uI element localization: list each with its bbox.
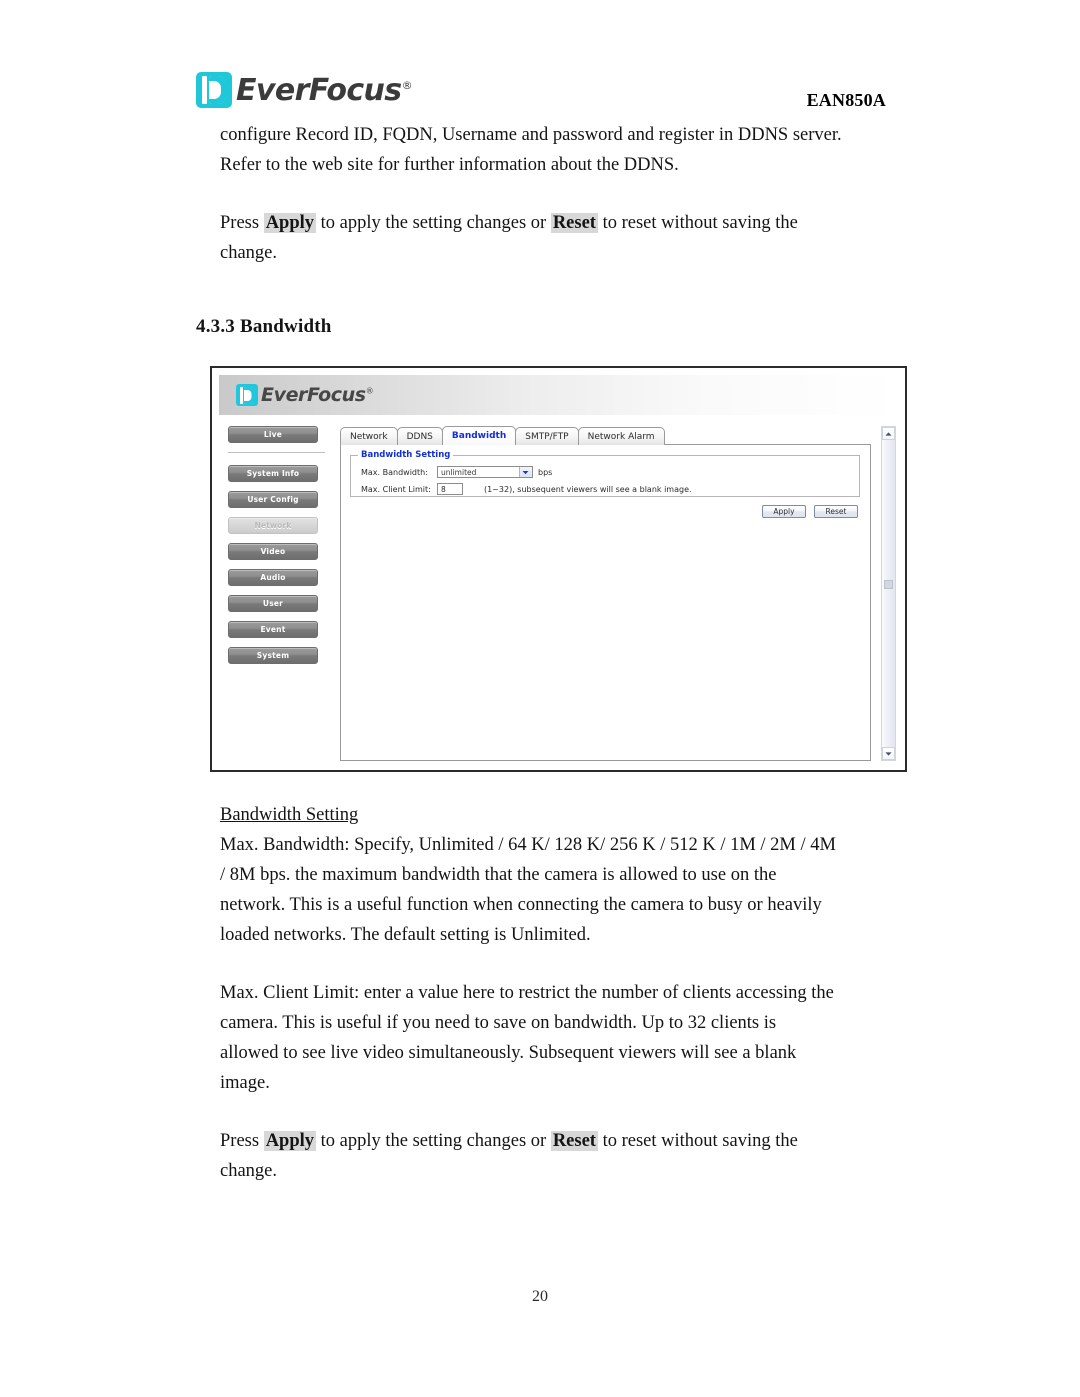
- embedded-screenshot: EverFocus® Live System Info User Config …: [210, 366, 907, 772]
- everfocus-logo-icon: [196, 72, 232, 108]
- press-suffix: to reset without saving the: [597, 1131, 798, 1151]
- tab-smtp-ftp[interactable]: SMTP/FTP: [515, 427, 579, 445]
- max-bandwidth-select[interactable]: unlimited: [437, 466, 533, 478]
- screenshot-content-panel: Network DDNS Bandwidth SMTP/FTP Network …: [340, 426, 871, 761]
- press-mid: to apply the setting changes or: [316, 213, 551, 233]
- bandwidth-setting-fieldset: Bandwidth Setting Max. Bandwidth: unlimi…: [350, 450, 860, 497]
- max-client-limit-row: Max. Client Limit: 8 (1~32), subsequent …: [361, 483, 692, 495]
- tab-bandwidth[interactable]: Bandwidth: [441, 426, 517, 445]
- max-bandwidth-row: Max. Bandwidth: unlimited bps: [361, 466, 552, 478]
- scrollbar-track[interactable]: [882, 440, 895, 747]
- max-bandwidth-label: Max. Bandwidth:: [361, 467, 428, 477]
- press-prefix: Press: [220, 213, 264, 233]
- screenshot-banner: EverFocus®: [219, 375, 898, 415]
- intro-paragraph-line-2: Refer to the web site for further inform…: [220, 155, 679, 175]
- press-instruction-bottom-line-2: change.: [220, 1161, 278, 1181]
- page-header: EverFocus® EAN850A: [196, 68, 886, 120]
- sidebar-item-system-info[interactable]: System Info: [228, 465, 318, 482]
- max-bandwidth-unit: bps: [538, 467, 553, 477]
- form-button-row: Apply Reset: [762, 505, 858, 518]
- scrollbar-thumb[interactable]: [884, 580, 893, 589]
- press-instruction-top: Press Apply to apply the setting changes…: [196, 208, 886, 238]
- tab-strip: Network DDNS Bandwidth SMTP/FTP Network …: [340, 426, 871, 445]
- tab-network-alarm[interactable]: Network Alarm: [577, 427, 665, 445]
- press-suffix: to reset without saving the: [597, 213, 798, 233]
- max-bandwidth-desc-line-4: loaded networks. The default setting is …: [220, 925, 591, 945]
- reset-keyword: Reset: [550, 213, 598, 233]
- everfocus-logo: EverFocus®: [196, 68, 413, 112]
- model-code: EAN850A: [806, 90, 886, 110]
- screenshot-everfocus-logo-icon: [236, 384, 258, 406]
- sidebar-item-user-config[interactable]: User Config: [228, 491, 318, 508]
- chevron-down-icon[interactable]: [518, 467, 532, 477]
- press-mid: to apply the setting changes or: [316, 1131, 551, 1151]
- intro-paragraph-line-1: configure Record ID, FQDN, Username and …: [220, 125, 842, 145]
- screenshot-sidebar: Live System Info User Config Network Vid…: [228, 426, 328, 673]
- apply-keyword: Apply: [263, 1131, 317, 1151]
- screenshot-everfocus-logo: EverFocus®: [236, 384, 374, 406]
- apply-keyword: Apply: [263, 213, 317, 233]
- press-instruction-top-line-2: change.: [220, 243, 278, 263]
- scroll-up-icon[interactable]: [882, 427, 895, 440]
- sidebar-item-video[interactable]: Video: [228, 543, 318, 560]
- document-body-bottom: Bandwidth Setting Max. Bandwidth: Specif…: [196, 800, 886, 1186]
- max-client-desc-line-3: allowed to see live video simultaneously…: [220, 1043, 797, 1063]
- apply-button[interactable]: Apply: [762, 505, 806, 518]
- bandwidth-tab-panel: Bandwidth Setting Max. Bandwidth: unlimi…: [340, 444, 871, 761]
- max-client-desc-line-1: Max. Client Limit: enter a value here to…: [220, 983, 834, 1003]
- sidebar-item-live[interactable]: Live: [228, 426, 318, 443]
- max-client-limit-input[interactable]: 8: [437, 483, 463, 495]
- max-bandwidth-desc-line-2: / 8M bps. the maximum bandwidth that the…: [220, 865, 777, 885]
- fieldset-legend: Bandwidth Setting: [358, 450, 454, 460]
- sidebar-item-audio[interactable]: Audio: [228, 569, 318, 586]
- brand-name: EverFocus®: [236, 72, 413, 108]
- tab-ddns[interactable]: DDNS: [396, 427, 443, 445]
- max-bandwidth-selected-value: unlimited: [441, 467, 477, 477]
- max-client-desc-line-2: camera. This is useful if you need to sa…: [220, 1013, 777, 1033]
- sidebar-item-user[interactable]: User: [228, 595, 318, 612]
- max-client-limit-hint: (1~32), subsequent viewers will see a bl…: [484, 484, 692, 494]
- sidebar-item-system[interactable]: System: [228, 647, 318, 664]
- press-prefix: Press: [220, 1131, 264, 1151]
- vertical-scrollbar[interactable]: [881, 426, 896, 761]
- document-body-top: configure Record ID, FQDN, Username and …: [196, 120, 886, 342]
- sidebar-divider: [228, 452, 325, 453]
- max-client-desc-line-4: image.: [220, 1073, 270, 1093]
- sidebar-item-network[interactable]: Network: [228, 517, 318, 534]
- page-number: 20: [532, 1288, 548, 1305]
- screenshot-registered-mark: ®: [365, 386, 374, 396]
- scroll-down-icon[interactable]: [882, 747, 895, 760]
- registered-mark: ®: [401, 78, 413, 92]
- reset-button[interactable]: Reset: [814, 505, 858, 518]
- screenshot-brand-name: EverFocus®: [261, 384, 374, 406]
- tab-network[interactable]: Network: [340, 427, 398, 445]
- section-heading: 4.3.3 Bandwidth: [196, 316, 332, 337]
- max-bandwidth-desc-line-3: network. This is a useful function when …: [220, 895, 822, 915]
- bandwidth-setting-subheading: Bandwidth Setting: [220, 805, 359, 825]
- press-instruction-bottom: Press Apply to apply the setting changes…: [196, 1126, 886, 1156]
- max-client-limit-label: Max. Client Limit:: [361, 484, 431, 494]
- reset-keyword: Reset: [550, 1131, 598, 1151]
- sidebar-item-event[interactable]: Event: [228, 621, 318, 638]
- max-bandwidth-desc-line-1: Max. Bandwidth: Specify, Unlimited / 64 …: [220, 835, 836, 855]
